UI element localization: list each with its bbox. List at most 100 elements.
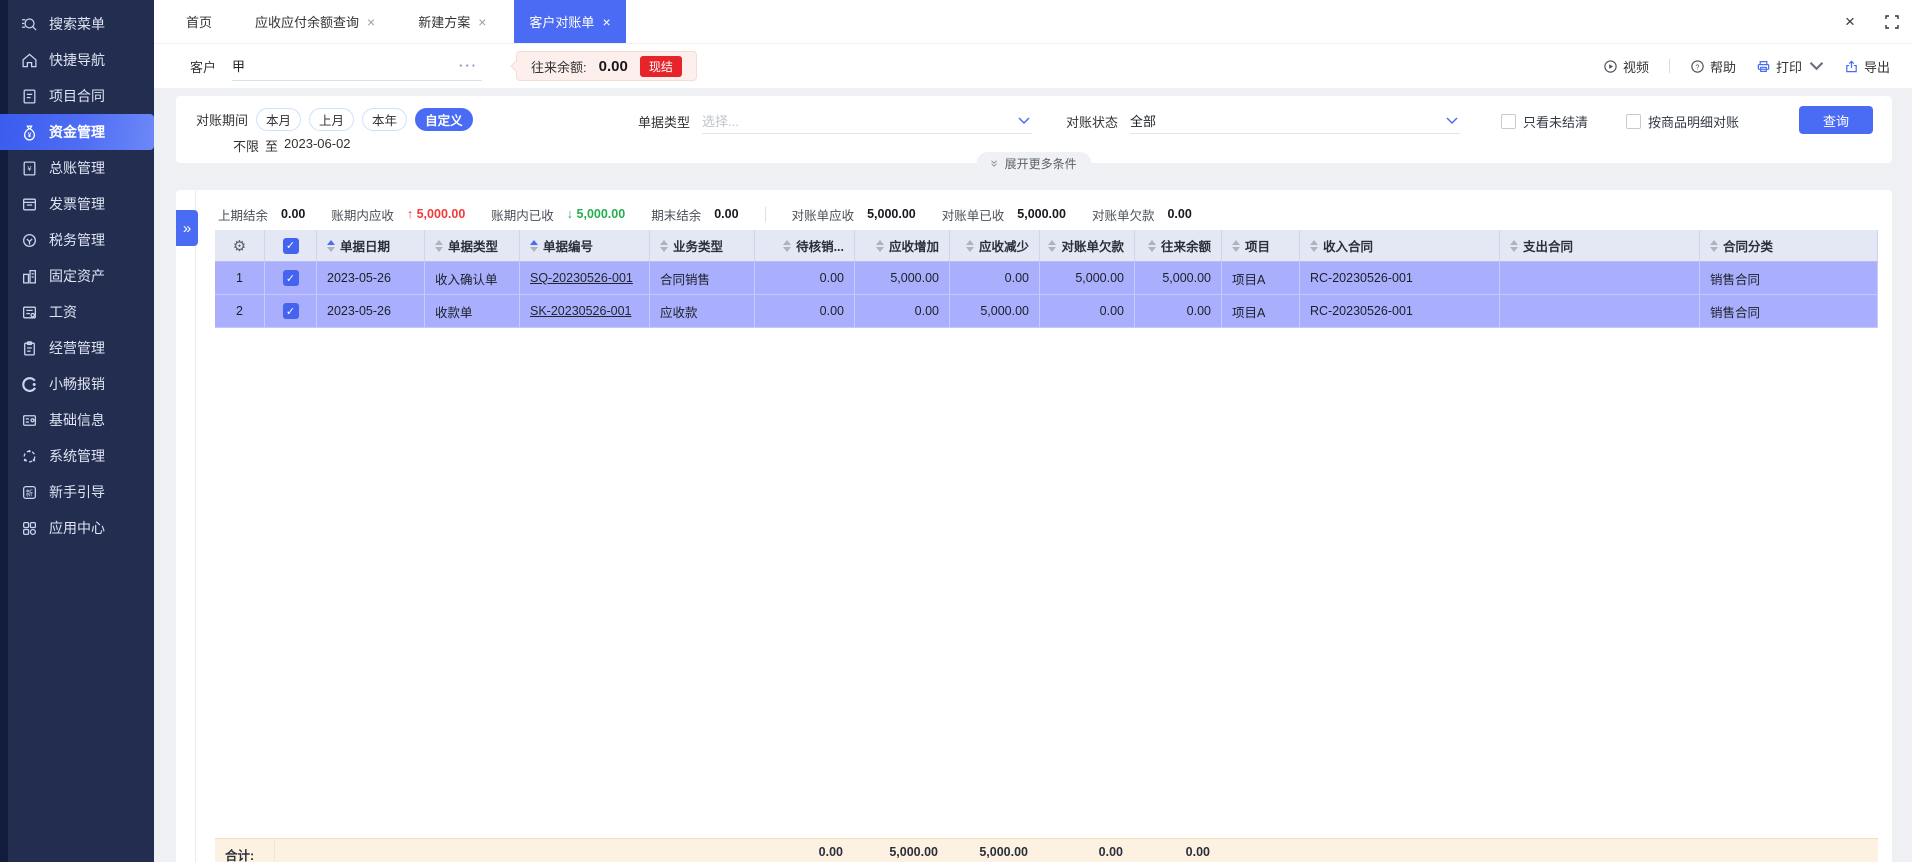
tab-close-icon[interactable]: × <box>602 15 610 29</box>
sidebar-item-invoice-management[interactable]: 发票管理 <box>0 186 154 222</box>
svg-text:?: ? <box>1695 62 1699 71</box>
tab-close-icon[interactable]: × <box>367 15 375 29</box>
period-chip-last-month[interactable]: 上月 <box>309 108 355 131</box>
summary-end-balance: 期末结余 0.00 <box>651 205 738 224</box>
period-chip-this-month[interactable]: 本月 <box>256 108 302 131</box>
select-all-checkbox[interactable] <box>282 237 299 254</box>
printer-icon <box>1757 60 1770 72</box>
cell-biz-type: 应收款 <box>650 295 755 327</box>
cell-doc-date: 2023-05-26 <box>317 295 425 327</box>
tab-close-icon[interactable]: × <box>478 15 486 29</box>
filter-panel: 对账期间 本月 上月 本年 自定义 不限 至 2023-06-02 单据类型 选… <box>176 96 1892 175</box>
cell-biz-type: 合同销售 <box>650 262 755 294</box>
total-balance: 0.00 <box>1185 845 1210 859</box>
sidebar-item-funds-management[interactable]: ¥ 资金管理 <box>0 114 154 150</box>
period-chip-this-year[interactable]: 本年 <box>362 108 408 131</box>
cell-ar-increase: 5,000.00 <box>855 262 950 294</box>
business-icon <box>24 340 35 356</box>
sidebar-item-label: 发票管理 <box>49 196 105 212</box>
checkbox-icon[interactable] <box>1501 114 1516 129</box>
fullscreen-icon[interactable] <box>1878 8 1906 36</box>
sidebar-item-general-ledger[interactable]: ¥ 总账管理 <box>0 150 154 186</box>
totals-label: 合计: <box>215 839 275 862</box>
summary-label: 上期结余 <box>218 208 269 223</box>
sidebar-item-search-menu[interactable]: 搜索菜单 <box>0 6 154 42</box>
header-ar-increase[interactable]: 应收增加 <box>875 236 939 255</box>
range-separator: 至 <box>265 139 279 154</box>
export-label: 导出 <box>1863 59 1890 75</box>
print-button[interactable]: 打印 <box>1756 57 1824 76</box>
summary-period-received: 账期内已收 ↓ 5,000.00 <box>491 205 625 224</box>
header-expense-contract[interactable]: 支出合同 <box>1510 236 1573 255</box>
header-biz-type[interactable]: 业务类型 <box>660 236 723 255</box>
summary-value-up: ↑ 5,000.00 <box>407 207 465 221</box>
only-unsettled-checkbox[interactable]: 只看未结清 <box>1501 112 1588 131</box>
sidebar-item-app-center[interactable]: 应用中心 <box>0 510 154 546</box>
export-button[interactable]: 导出 <box>1844 57 1890 76</box>
sidebar-item-business-management[interactable]: 经营管理 <box>0 330 154 366</box>
salary-icon <box>23 306 36 318</box>
column-settings-gear-icon[interactable]: ⚙ <box>233 237 246 255</box>
period-chip-custom[interactable]: 自定义 <box>415 108 473 131</box>
sort-icon <box>965 239 974 252</box>
sidebar-item-fixed-assets[interactable]: 固定资产 <box>0 258 154 294</box>
video-button[interactable]: 视频 <box>1603 57 1649 76</box>
tab-home[interactable]: 首页 <box>171 0 227 43</box>
statement-panel: » 上期结余 0.00 账期内应收 ↑ 5,000.00 账期内已收 ↓ 5,0… <box>176 190 1892 862</box>
arrow-up-icon: ↑ <box>406 207 414 221</box>
row-number: 1 <box>215 262 265 294</box>
header-ar-decrease[interactable]: 应收减少 <box>965 236 1029 255</box>
header-doc-type[interactable]: 单据类型 <box>435 236 498 255</box>
sidebar-item-label: 税务管理 <box>49 232 105 248</box>
table-row[interactable]: 1 2023-05-26 收入确认单 SQ-20230526-001 合同销售 … <box>215 262 1878 295</box>
range-end-date[interactable]: 2023-06-02 <box>284 136 351 155</box>
close-icon[interactable]: × <box>1836 8 1864 36</box>
header-project[interactable]: 项目 <box>1232 236 1270 255</box>
toolbar-actions: 视频 ? 帮助 打印 导出 <box>1603 57 1890 76</box>
by-item-detail-checkbox[interactable]: 按商品明细对账 <box>1626 112 1739 131</box>
sidebar-item-quick-nav[interactable]: 快捷导航 <box>0 42 154 78</box>
checkbox-icon[interactable] <box>1626 114 1641 129</box>
sort-icon <box>1310 239 1318 252</box>
row-checkbox[interactable] <box>282 303 299 319</box>
help-label: 帮助 <box>1709 59 1736 75</box>
help-button[interactable]: ? 帮助 <box>1690 57 1736 76</box>
cell-contract-category: 销售合同 <box>1700 295 1878 327</box>
header-doc-no[interactable]: 单据编号 <box>530 236 593 255</box>
sidebar: 搜索菜单 快捷导航 项目合同 ¥ 资金管理 ¥ 总账管理 发票管理 税务管理 固… <box>0 0 154 862</box>
doc-type-select[interactable]: 选择... <box>702 108 1033 134</box>
doc-no-link[interactable]: SQ-20230526-001 <box>530 271 633 285</box>
total-ar-increase: 5,000.00 <box>889 845 938 859</box>
status-label: 对账状态 <box>1066 114 1119 130</box>
sidebar-item-system-management[interactable]: 系统管理 <box>0 438 154 474</box>
range-start-date[interactable]: 不限 <box>233 136 259 155</box>
customer-more-button[interactable]: ··· <box>455 58 482 73</box>
row-checkbox[interactable] <box>282 270 299 286</box>
header-income-contract[interactable]: 收入合同 <box>1310 236 1373 255</box>
customer-field[interactable]: 甲 ··· <box>232 51 483 81</box>
divider <box>1668 59 1670 73</box>
sidebar-item-salary[interactable]: 工资 <box>0 294 154 330</box>
tab-ar-ap-balance-query[interactable]: 应收应付余额查询 × <box>240 0 390 43</box>
expand-more-button[interactable]: » 展开更多条件 <box>976 152 1092 175</box>
sidebar-item-label: 系统管理 <box>49 448 105 464</box>
table-row[interactable]: 2 2023-05-26 收款单 SK-20230526-001 应收款 0.0… <box>215 295 1878 328</box>
doc-no-link[interactable]: SK-20230526-001 <box>530 304 631 318</box>
status-select[interactable]: 全部 <box>1130 108 1461 134</box>
header-doc-date[interactable]: 单据日期 <box>327 236 390 255</box>
sidebar-item-beginner-guide[interactable]: 新 新手引导 <box>0 474 154 510</box>
header-balance[interactable]: 往来余额 <box>1147 236 1211 255</box>
cell-stmt-owed: 5,000.00 <box>1040 262 1135 294</box>
sidebar-item-tax-management[interactable]: 税务管理 <box>0 222 154 258</box>
header-pending-writeoff[interactable]: 待核销... <box>783 236 844 255</box>
sidebar-item-xiaochang-expense[interactable]: 小畅报销 <box>0 366 154 402</box>
query-button[interactable]: 查询 <box>1799 106 1873 134</box>
sidebar-item-project-contract[interactable]: 项目合同 <box>0 78 154 114</box>
expand-scheme-panel-button[interactable]: » <box>176 210 198 246</box>
sidebar-item-base-info[interactable]: 基础信息 <box>0 402 154 438</box>
tab-customer-statement[interactable]: 客户对账单 × <box>514 0 626 43</box>
tab-new-scheme[interactable]: 新建方案 × <box>403 0 501 43</box>
header-stmt-owed[interactable]: 对账单欠款 <box>1048 236 1124 255</box>
summary-label: 对账单应收 <box>791 208 855 223</box>
header-contract-category[interactable]: 合同分类 <box>1710 236 1773 255</box>
